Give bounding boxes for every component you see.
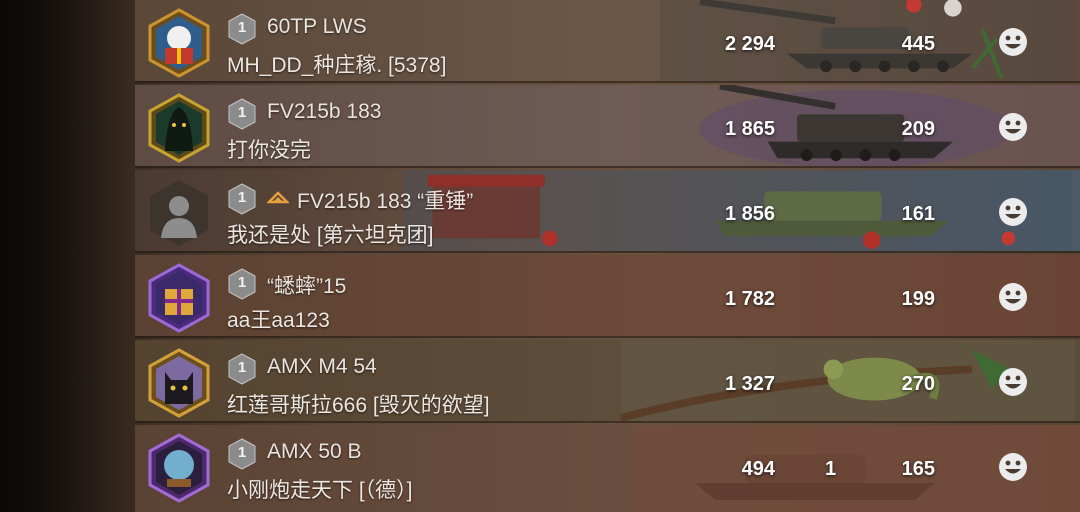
left-vignette xyxy=(0,0,150,512)
rank-badge: 1 xyxy=(227,183,257,215)
player-row[interactable]: 1 AMX M4 54 红莲哥斯拉666 [毁灭的欲望] 1 327 270 xyxy=(135,340,1080,423)
tank-name: 60TP LWS xyxy=(267,15,367,38)
damage-value: 2 294 xyxy=(724,33,775,55)
experience-value: 445 xyxy=(901,33,935,55)
reaction-button[interactable] xyxy=(997,451,1029,483)
tank-name: FV215b 183 xyxy=(267,100,382,123)
rank-number: 1 xyxy=(237,189,247,206)
battle-results-list: 1 60TP LWS MH_DD_种庄稼. [5378] 2 294 445 1… xyxy=(135,0,1080,512)
experience-value: 270 xyxy=(901,373,935,395)
damage-value: 1 865 xyxy=(724,118,775,140)
player-name: 我还是处 [第六坦克团] xyxy=(227,224,434,247)
avatar[interactable] xyxy=(147,433,211,503)
cat-avatar-icon xyxy=(148,348,210,418)
tank-name: “蟋蟀”15 xyxy=(267,275,347,298)
smiley-icon xyxy=(999,198,1027,226)
avatar[interactable] xyxy=(147,8,211,78)
smiley-icon xyxy=(999,368,1027,396)
kills-value: 1 xyxy=(825,458,837,480)
default-avatar-icon xyxy=(150,180,208,246)
player-name: 红莲哥斯拉666 [毁灭的欲望] xyxy=(227,394,490,417)
reaction-button[interactable] xyxy=(997,111,1029,143)
player-name: MH_DD_种庄稼. [5378] xyxy=(227,54,447,77)
rank-number: 1 xyxy=(237,274,247,291)
rank-number: 1 xyxy=(237,19,247,36)
rank-number: 1 xyxy=(237,444,247,461)
damage-value: 1 856 xyxy=(724,203,775,225)
tank-name: AMX M4 54 xyxy=(267,355,377,378)
rank-badge: 1 xyxy=(227,268,257,300)
rank-number: 1 xyxy=(237,104,247,121)
avatar[interactable] xyxy=(147,178,211,248)
smiley-icon xyxy=(999,283,1027,311)
player-row[interactable]: 1 “蟋蟀”15 aa王aa123 1 782 199 xyxy=(135,255,1080,338)
damage-value: 1 327 xyxy=(724,373,775,395)
rank-badge: 1 xyxy=(227,13,257,45)
damage-value: 494 xyxy=(741,458,775,480)
reaction-button[interactable] xyxy=(997,26,1029,58)
player-row[interactable]: 1 60TP LWS MH_DD_种庄稼. [5378] 2 294 445 xyxy=(135,0,1080,83)
tank-name: FV215b 183 “重锤” xyxy=(297,190,474,213)
player-row[interactable]: 1 FV215b 183 “重锤” 我还是处 [第六坦克团] 1 856 161 xyxy=(135,170,1080,253)
rank-number: 1 xyxy=(237,359,247,376)
smiley-icon xyxy=(999,28,1027,56)
player-row[interactable]: 1 FV215b 183 打你没完 1 865 209 xyxy=(135,85,1080,168)
player-name: 小刚炮走天下 [（德）] xyxy=(227,479,413,502)
player-row[interactable]: 1 AMX 50 B 小刚炮走天下 [（德）] 494 1 165 xyxy=(135,425,1080,512)
player-name: aa王aa123 xyxy=(227,309,330,332)
rank-badge: 1 xyxy=(227,98,257,130)
reaction-button[interactable] xyxy=(997,196,1029,228)
smiley-icon xyxy=(999,113,1027,141)
experience-value: 209 xyxy=(901,118,935,140)
hooded-figure-avatar-icon xyxy=(148,93,210,163)
rank-badge: 1 xyxy=(227,353,257,385)
avatar[interactable] xyxy=(147,263,211,333)
reaction-button[interactable] xyxy=(997,281,1029,313)
experience-value: 161 xyxy=(901,203,935,225)
player-name: 打你没完 xyxy=(227,139,311,162)
experience-value: 165 xyxy=(901,458,935,480)
experience-value: 199 xyxy=(901,288,935,310)
gift-avatar-icon xyxy=(148,8,210,78)
clan-chevron-icon xyxy=(267,191,289,204)
avatar[interactable] xyxy=(147,348,211,418)
avatar[interactable] xyxy=(147,93,211,163)
rank-badge: 1 xyxy=(227,438,257,470)
snowglobe-avatar-icon xyxy=(148,433,210,503)
present-avatar-icon xyxy=(148,263,210,333)
reaction-button[interactable] xyxy=(997,366,1029,398)
smiley-icon xyxy=(999,453,1027,481)
damage-value: 1 782 xyxy=(724,288,775,310)
tank-name: AMX 50 B xyxy=(267,440,362,463)
